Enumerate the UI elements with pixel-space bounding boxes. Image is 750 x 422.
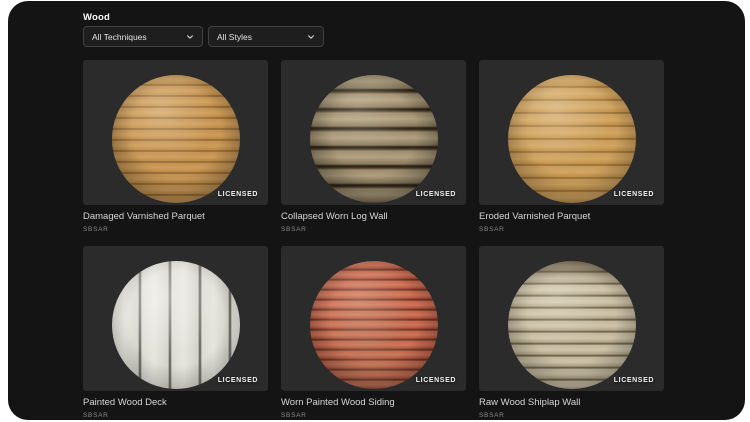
material-thumbnail: LICENSED	[281, 60, 466, 205]
material-thumbnail: LICENSED	[83, 246, 268, 391]
licensed-badge: LICENSED	[415, 191, 456, 198]
material-format: SBSAR	[281, 412, 307, 419]
material-format: SBSAR	[479, 412, 505, 419]
licensed-badge: LICENSED	[613, 377, 654, 384]
techniques-dropdown[interactable]: All Techniques	[83, 26, 203, 47]
filter-bar: All Techniques All Styles	[83, 26, 324, 47]
techniques-dropdown-value: All Techniques	[92, 31, 147, 42]
material-format: SBSAR	[83, 412, 109, 419]
styles-dropdown[interactable]: All Styles	[208, 26, 324, 47]
material-title: Raw Wood Shiplap Wall	[479, 397, 581, 408]
material-thumbnail: LICENSED	[281, 246, 466, 391]
material-card[interactable]: LICENSED Worn Painted Wood Siding SBSAR	[281, 246, 466, 420]
page-title: Wood	[83, 12, 111, 23]
material-title: Damaged Varnished Parquet	[83, 211, 205, 222]
material-card[interactable]: LICENSED Painted Wood Deck SBSAR	[83, 246, 268, 420]
assets-panel: Wood All Techniques All Styles LICENSED …	[8, 1, 745, 420]
material-preview-sphere	[507, 261, 636, 389]
material-thumbnail: LICENSED	[479, 60, 664, 205]
material-preview-sphere	[309, 75, 438, 203]
material-preview-sphere	[309, 261, 438, 389]
licensed-badge: LICENSED	[217, 377, 258, 384]
chevron-down-icon	[187, 34, 193, 39]
material-title: Eroded Varnished Parquet	[479, 211, 591, 222]
material-title: Painted Wood Deck	[83, 397, 167, 408]
material-preview-sphere	[111, 261, 240, 389]
licensed-badge: LICENSED	[415, 377, 456, 384]
material-format: SBSAR	[281, 226, 307, 233]
material-card[interactable]: LICENSED Collapsed Worn Log Wall SBSAR	[281, 60, 466, 246]
material-thumbnail: LICENSED	[83, 60, 268, 205]
licensed-badge: LICENSED	[217, 191, 258, 198]
material-preview-sphere	[111, 75, 240, 203]
material-title: Collapsed Worn Log Wall	[281, 211, 388, 222]
licensed-badge: LICENSED	[613, 191, 654, 198]
materials-grid: LICENSED Damaged Varnished Parquet SBSAR…	[83, 60, 664, 420]
material-card[interactable]: LICENSED Damaged Varnished Parquet SBSAR	[83, 60, 268, 246]
material-format: SBSAR	[83, 226, 109, 233]
material-title: Worn Painted Wood Siding	[281, 397, 395, 408]
material-thumbnail: LICENSED	[479, 246, 664, 391]
chevron-down-icon	[308, 34, 314, 39]
material-card[interactable]: LICENSED Raw Wood Shiplap Wall SBSAR	[479, 246, 664, 420]
material-card[interactable]: LICENSED Eroded Varnished Parquet SBSAR	[479, 60, 664, 246]
material-format: SBSAR	[479, 226, 505, 233]
material-preview-sphere	[507, 75, 636, 203]
styles-dropdown-value: All Styles	[217, 31, 252, 42]
